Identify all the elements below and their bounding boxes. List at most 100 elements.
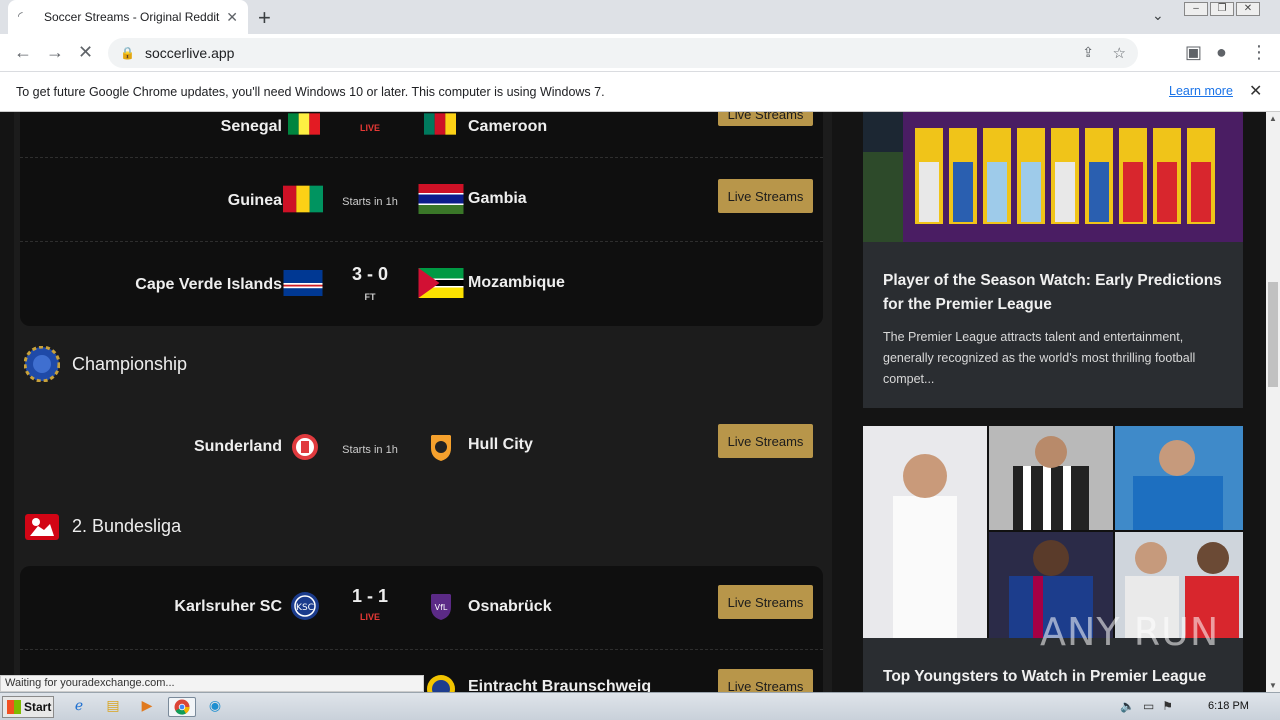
infobar-close-icon[interactable]: ✕	[1249, 81, 1262, 101]
article-image-youngsters	[863, 426, 1243, 638]
window-controls: – ❐ ✕	[1182, 2, 1260, 16]
live-streams-button[interactable]: Live Streams	[718, 424, 813, 458]
home-team: Karlsruher SC	[174, 598, 282, 615]
system-tray: 🔈 ▭ ⚑	[1120, 699, 1173, 713]
cape-verde-flag-icon	[283, 270, 323, 296]
file-explorer-icon[interactable]: ▤	[102, 697, 124, 717]
svg-text:VfL: VfL	[435, 603, 448, 612]
league-header[interactable]: 2. Bundesliga	[24, 508, 181, 544]
learn-more-link[interactable]: Learn more	[1169, 84, 1233, 98]
match-status: FT	[364, 292, 376, 302]
live-streams-button[interactable]: Live Streams	[718, 179, 813, 213]
url-text: soccerlive.app	[144, 45, 235, 61]
articles-sidebar: Player of the Season Watch: Early Predic…	[848, 112, 1244, 692]
stop-icon[interactable]: ✕	[78, 42, 93, 63]
kickoff-time: Starts in 1h	[342, 196, 398, 208]
anyrun-watermark: ANY RUN	[1040, 610, 1220, 654]
away-team: Hull City	[468, 436, 533, 453]
eintracht-braunschweig-crest-icon	[427, 675, 455, 692]
article-title[interactable]: Player of the Season Watch: Early Predic…	[863, 269, 1243, 317]
hull-city-crest-icon	[431, 435, 451, 461]
volume-icon[interactable]: 🔈	[1120, 699, 1135, 713]
back-icon[interactable]: ←	[14, 42, 32, 63]
match-row[interactable]: Karlsruher SC KSC 1 - 1 LIVE VfL Osnabrü…	[20, 566, 823, 650]
article-excerpt: The Premier League attracts talent and e…	[883, 330, 1196, 386]
cameroon-flag-icon	[424, 113, 456, 135]
article-title[interactable]: Top Youngsters to Watch in Premier Leagu…	[863, 665, 1243, 689]
bookmark-star-icon[interactable]: ☆	[1113, 44, 1126, 62]
gambia-flag-icon	[418, 184, 464, 214]
internet-explorer-icon[interactable]: ℯ	[68, 697, 90, 717]
match-status: LIVE	[359, 612, 380, 622]
away-team: Mozambique	[468, 274, 565, 291]
live-streams-button[interactable]: Live Streams	[718, 112, 813, 126]
windows-taskbar: Start ℯ ▤ ▶ ◉ 🔈 ▭ ⚑ 6:18 PM	[0, 692, 1280, 720]
share-icon[interactable]: ⇪	[1082, 44, 1094, 61]
away-team: Gambia	[468, 190, 527, 207]
minimize-icon[interactable]: –	[1184, 2, 1208, 16]
new-tab-icon[interactable]: +	[258, 5, 271, 31]
kickoff-time: Starts in 1h	[342, 444, 398, 456]
league-name: 2. Bundesliga	[72, 515, 182, 536]
tab-close-icon[interactable]: ✕	[226, 9, 238, 26]
page-scrollbar[interactable]: ▲ ▼	[1266, 112, 1280, 692]
scroll-down-icon[interactable]: ▼	[1269, 681, 1277, 690]
match-score: 3 - 0	[351, 264, 389, 284]
menu-icon[interactable]: ⋮	[1250, 42, 1268, 63]
forward-icon[interactable]: →	[46, 42, 64, 63]
profile-icon[interactable]: ●	[1216, 42, 1227, 63]
match-score: 1 - 1	[351, 586, 389, 606]
tab-search-icon[interactable]: ⌄	[1152, 7, 1164, 24]
status-bubble: Waiting for youradexchange.com...	[0, 675, 424, 692]
live-streams-button[interactable]: Live Streams	[718, 669, 813, 692]
tab-strip: ◜ Soccer Streams - Original Reddit Soc ✕…	[0, 0, 1280, 34]
window-close-icon[interactable]: ✕	[1236, 2, 1260, 16]
side-panel-icon[interactable]: ▣	[1185, 42, 1202, 63]
taskbar-clock[interactable]: 6:18 PM	[1208, 700, 1249, 712]
network-icon[interactable]: ▭	[1143, 699, 1154, 713]
home-team: Sunderland	[193, 438, 282, 455]
away-team: Eintracht Braunschweig	[468, 678, 652, 692]
championship-logo-icon	[24, 346, 60, 382]
article-image-player-cards	[863, 112, 1243, 242]
mozambique-flag-icon	[418, 268, 464, 298]
article-card[interactable]: Player of the Season Watch: Early Predic…	[863, 112, 1243, 408]
infobar-message: To get future Google Chrome updates, you…	[16, 84, 605, 99]
away-team: Cameroon	[468, 118, 548, 135]
action-center-flag-icon[interactable]: ⚑	[1162, 699, 1173, 713]
update-infobar: To get future Google Chrome updates, you…	[0, 72, 1280, 112]
senegal-flag-icon	[288, 113, 320, 135]
league-header[interactable]: Championship	[24, 346, 187, 382]
match-card: Senegal LIVE Cameroon Live Streams Guine…	[20, 112, 823, 326]
start-button[interactable]: Start	[2, 696, 54, 718]
media-player-icon[interactable]: ▶	[136, 697, 158, 717]
match-status: LIVE	[359, 123, 380, 133]
svg-text:KSC: KSC	[296, 603, 314, 613]
sunderland-crest-icon	[292, 434, 318, 460]
windows-logo-icon	[7, 700, 21, 714]
tab-title: Soccer Streams - Original Reddit Soc	[44, 10, 220, 24]
matches-panel: Senegal LIVE Cameroon Live Streams Guine…	[14, 112, 832, 692]
match-row[interactable]: Guinea Starts in 1h Gambia Live Streams	[20, 158, 823, 242]
home-team: Guinea	[227, 192, 282, 209]
address-bar[interactable]: 🔒 soccerlive.app ⇪ ☆	[108, 38, 1138, 68]
home-team: Cape Verde Islands	[135, 276, 282, 293]
loading-icon: ◜	[18, 9, 23, 23]
lock-icon[interactable]: 🔒	[120, 46, 135, 60]
edge-icon[interactable]: ◉	[204, 697, 226, 717]
match-card: Karlsruher SC KSC 1 - 1 LIVE VfL Osnabrü…	[20, 566, 823, 692]
chrome-icon[interactable]	[168, 697, 196, 717]
guinea-flag-icon	[283, 185, 323, 213]
match-row[interactable]: Senegal LIVE Cameroon Live Streams	[20, 112, 823, 158]
match-row[interactable]: Cape Verde Islands 3 - 0 FT Mozambique	[20, 242, 823, 326]
scroll-up-icon[interactable]: ▲	[1269, 114, 1277, 123]
bundesliga-logo-icon	[25, 514, 59, 540]
match-row[interactable]: Sunderland Starts in 1h Hull City Live S…	[20, 402, 823, 486]
osnabrueck-crest-icon: VfL	[431, 594, 451, 620]
restore-icon[interactable]: ❐	[1210, 2, 1234, 16]
scrollbar-thumb[interactable]	[1268, 282, 1278, 387]
page-content: Senegal LIVE Cameroon Live Streams Guine…	[0, 112, 1266, 692]
live-streams-button[interactable]: Live Streams	[718, 585, 813, 619]
league-name: Championship	[72, 353, 188, 374]
browser-tab[interactable]: ◜ Soccer Streams - Original Reddit Soc ✕	[8, 0, 248, 34]
